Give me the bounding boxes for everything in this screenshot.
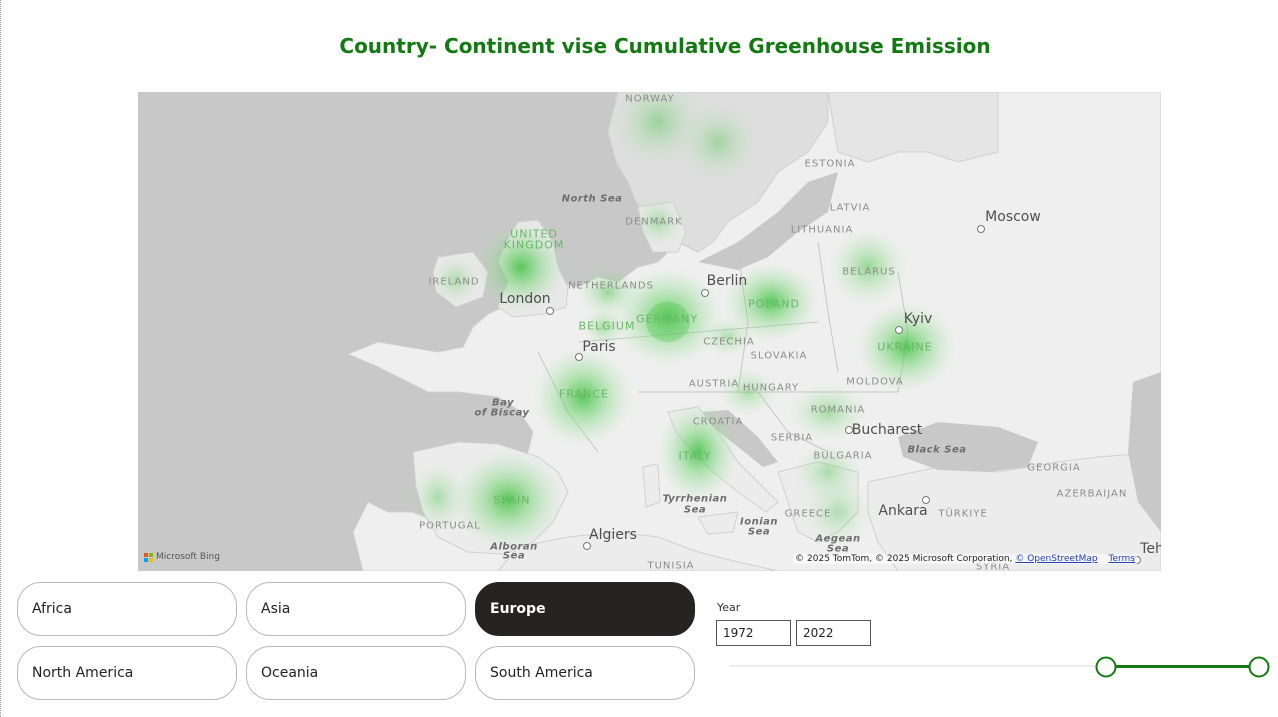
year-start-input[interactable]: 1972 (716, 620, 791, 646)
continent-button-europe[interactable]: Europe (475, 582, 695, 636)
continent-button-label: South America (490, 665, 593, 681)
continent-button-label: Oceania (261, 665, 319, 681)
continent-button-oceania[interactable]: Oceania (246, 646, 466, 700)
continent-button-label: Europe (490, 601, 546, 617)
page-border (0, 0, 1, 717)
report-page: Country- Continent vise Cumulative Green… (0, 0, 1278, 717)
bing-logo-text: Microsoft Bing (156, 552, 220, 562)
algiers-marker (583, 542, 591, 550)
continent-button-asia[interactable]: Asia (246, 582, 466, 636)
berlin-marker (701, 289, 709, 297)
microsoft-logo-icon (144, 552, 153, 562)
year-slicer-label: Year (717, 601, 741, 614)
continent-button-label: Asia (261, 601, 291, 617)
attribution-text: © 2025 TomTom, © 2025 Microsoft Corporat… (795, 554, 1013, 564)
kyiv-marker (895, 326, 903, 334)
year-slider-start-handle[interactable] (1095, 656, 1117, 678)
map-attribution: © 2025 TomTom, © 2025 Microsoft Corporat… (793, 554, 1137, 564)
london-marker (546, 307, 554, 315)
continent-button-north-america[interactable]: North America (17, 646, 237, 700)
continent-button-label: North America (32, 665, 134, 681)
map-visual[interactable]: NORWAY ESTONIA LATVIA LITHUANIA DENMARK … (138, 92, 1161, 571)
terms-link[interactable]: Terms (1108, 554, 1135, 564)
bing-logo: Microsoft Bing (144, 552, 220, 562)
map-basemap (138, 92, 1161, 571)
moscow-marker (977, 225, 985, 233)
openstreetmap-link[interactable]: © OpenStreetMap (1015, 554, 1097, 564)
year-slider-end-handle[interactable] (1248, 656, 1270, 678)
land-finland (827, 92, 999, 163)
bucharest-marker (845, 426, 853, 434)
continent-button-label: Africa (32, 601, 72, 617)
year-slider-range (1106, 665, 1259, 668)
page-title: Country- Continent vise Cumulative Green… (339, 34, 991, 58)
continent-button-south-america[interactable]: South America (475, 646, 695, 700)
paris-marker (575, 353, 583, 361)
year-end-input[interactable]: 2022 (796, 620, 871, 646)
continent-button-africa[interactable]: Africa (17, 582, 237, 636)
land-sardinia (642, 463, 661, 508)
ankara-marker (922, 496, 930, 504)
